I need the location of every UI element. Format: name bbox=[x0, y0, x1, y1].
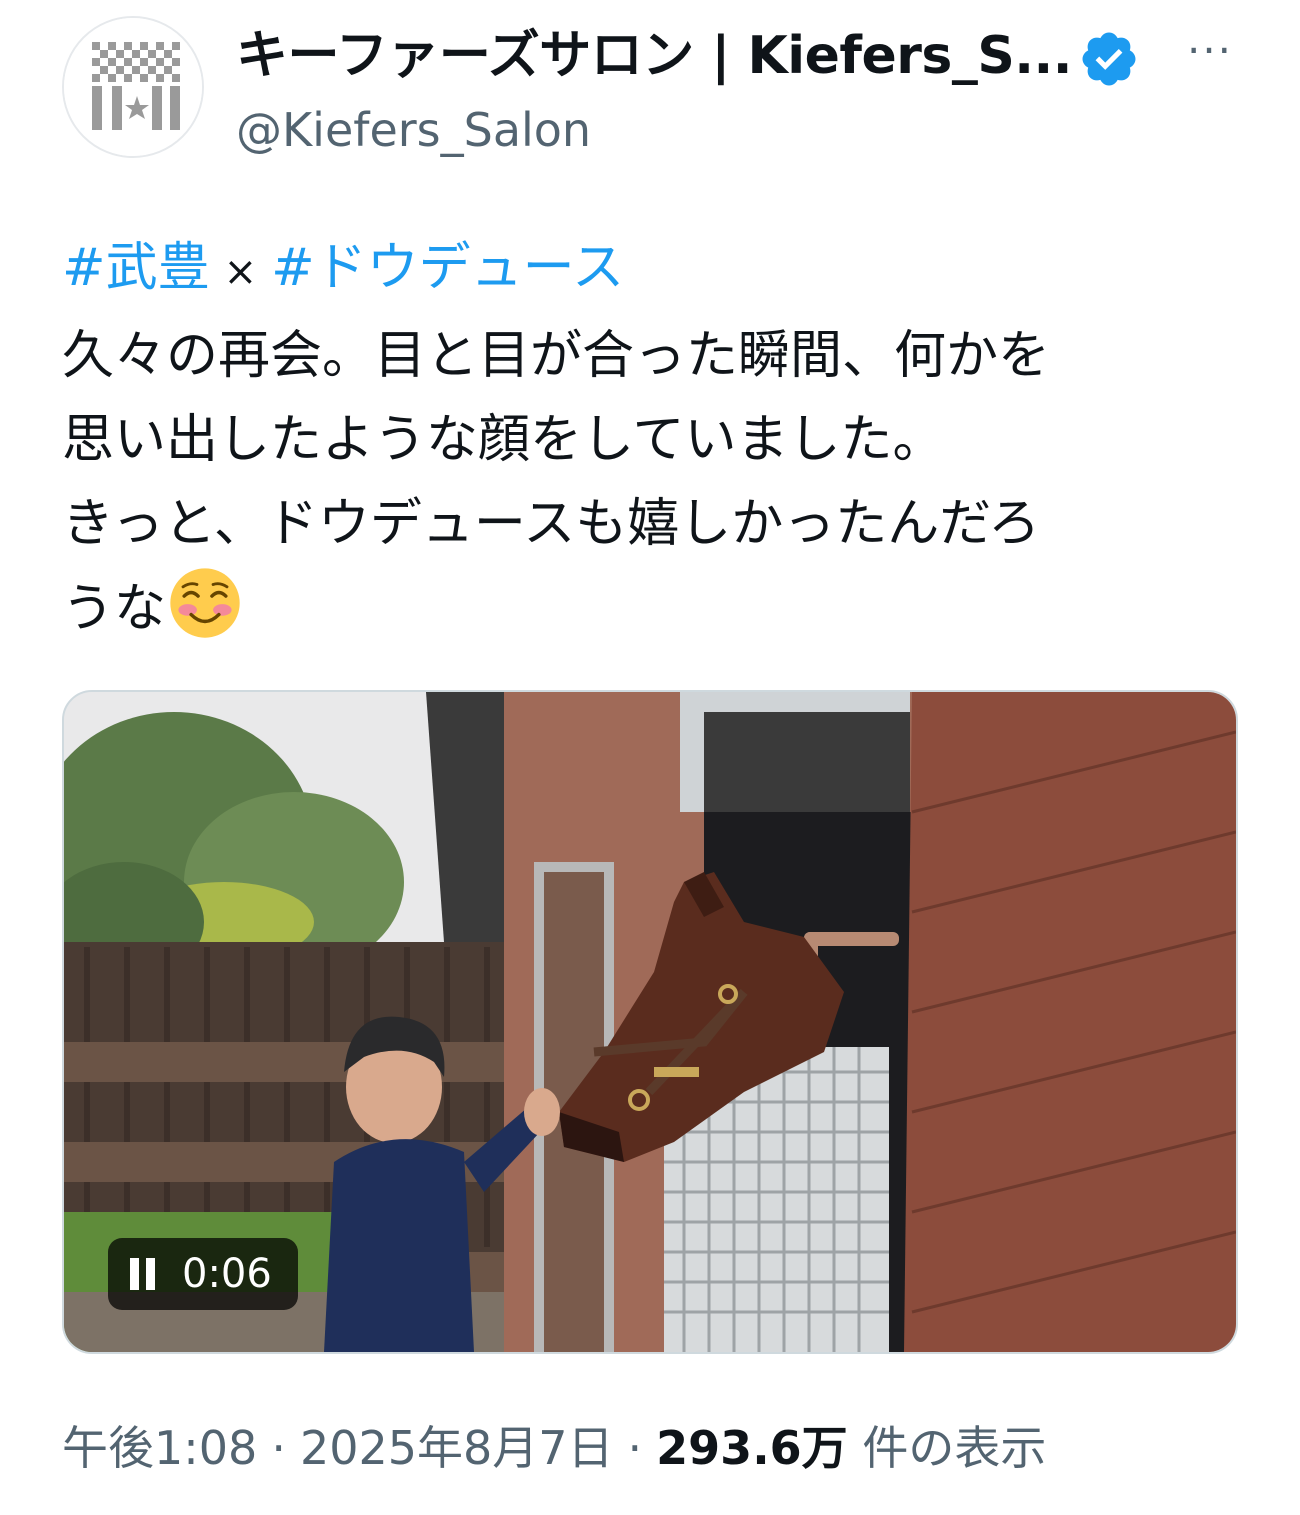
video-player[interactable]: 0:06 bbox=[62, 690, 1238, 1354]
post-time[interactable]: 午後1:08 bbox=[62, 1421, 257, 1475]
hashtag-line: #武豊 × #ドウデュース bbox=[62, 226, 1242, 314]
text-line-4-text: うな bbox=[62, 579, 167, 639]
hashtag-link-1[interactable]: #武豊 bbox=[62, 238, 210, 298]
text-line-3: きっと、ドウデュースも嬉しかったんだろ bbox=[62, 494, 1041, 554]
avatar[interactable] bbox=[62, 16, 204, 158]
smiling-face-with-blush-icon bbox=[170, 568, 240, 638]
kiefers-logo-icon bbox=[64, 18, 202, 156]
video-time: 0:06 bbox=[182, 1251, 272, 1297]
video-playback-control[interactable]: 0:06 bbox=[108, 1238, 298, 1310]
tweet-text: #武豊 × #ドウデュース 久々の再会。目と目が合った瞬間、何かを 思い出したような… bbox=[62, 226, 1242, 651]
separator-dot-2: · bbox=[627, 1421, 643, 1475]
text-line-4: うな bbox=[62, 566, 1242, 651]
post-date[interactable]: 2025年8月7日 bbox=[300, 1421, 614, 1475]
separator-dot: · bbox=[271, 1421, 286, 1475]
views-label: 件の表示 bbox=[862, 1421, 1047, 1475]
hashtag-link-2[interactable]: #ドウデュース bbox=[271, 238, 624, 298]
connector-symbol: × bbox=[223, 249, 258, 295]
text-line-1: 久々の再会。目と目が合った瞬間、何かを bbox=[62, 326, 1051, 386]
pause-icon[interactable] bbox=[126, 1256, 160, 1292]
more-options-button[interactable]: ··· bbox=[1180, 30, 1240, 80]
text-line-2: 思い出したような顔をしていました。 bbox=[62, 410, 945, 470]
tweet-metadata: 午後1:08 · 2025年8月7日 · 293.6万 件の表示 bbox=[62, 1418, 1046, 1478]
verified-badge-icon bbox=[1082, 32, 1136, 86]
display-name[interactable]: キーファーズサロン | Kiefers_S... bbox=[236, 26, 1073, 86]
more-horizontal-icon: ··· bbox=[1186, 26, 1234, 75]
user-handle[interactable]: @Kiefers_Salon bbox=[236, 102, 591, 158]
tweet: キーファーズサロン | Kiefers_S... ··· @Kiefers_Sa… bbox=[0, 0, 1300, 1515]
views-count: 293.6万 bbox=[656, 1421, 848, 1475]
